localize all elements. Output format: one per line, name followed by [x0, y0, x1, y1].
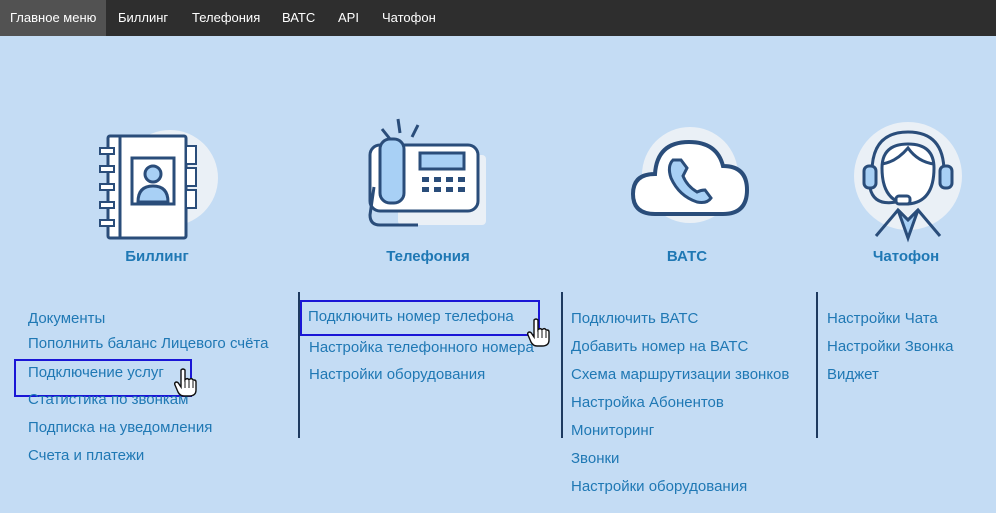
section-title-billing[interactable]: Биллинг	[57, 248, 257, 265]
cloud-phone-icon[interactable]	[625, 120, 755, 245]
link-call-routing-scheme[interactable]: Схема маршрутизации звонков	[571, 366, 789, 383]
tab-api[interactable]: API	[328, 0, 369, 36]
link-calls[interactable]: Звонки	[571, 450, 619, 467]
link-chat-settings[interactable]: Настройки Чата	[827, 310, 938, 327]
link-equipment-settings[interactable]: Настройки оборудования	[309, 366, 485, 383]
link-widget[interactable]: Виджет	[827, 366, 879, 383]
tab-main-menu[interactable]: Главное меню	[0, 0, 107, 36]
link-call-statistics[interactable]: Статистика по звонкам	[28, 391, 188, 408]
support-operator-icon[interactable]	[848, 118, 968, 248]
column-divider	[816, 292, 818, 438]
hand-cursor-icon	[526, 318, 551, 353]
top-nav-bar: Главное меню Биллинг Телефония ВАТС API …	[0, 0, 996, 36]
hand-cursor-icon	[173, 368, 198, 403]
link-notification-subscription[interactable]: Подписка на уведомления	[28, 419, 212, 436]
link-connect-vats[interactable]: Подключить ВАТС	[571, 310, 698, 327]
link-top-up-balance[interactable]: Пополнить баланс Лицевого счёта	[28, 335, 268, 352]
link-connect-phone-number[interactable]: Подключить номер телефона	[300, 300, 540, 336]
link-documents[interactable]: Документы	[28, 310, 105, 327]
tab-vats[interactable]: ВАТС	[272, 0, 325, 36]
address-book-icon[interactable]	[90, 118, 220, 248]
section-title-telephony[interactable]: Телефония	[328, 248, 528, 265]
link-add-number-to-vats[interactable]: Добавить номер на ВАТС	[571, 338, 748, 355]
link-vats-equipment-settings[interactable]: Настройки оборудования	[571, 478, 747, 495]
section-title-chatofon[interactable]: Чатофон	[806, 248, 996, 265]
tab-billing[interactable]: Биллинг	[108, 0, 178, 36]
link-monitoring[interactable]: Мониторинг	[571, 422, 654, 439]
link-invoices-payments[interactable]: Счета и платежи	[28, 447, 144, 464]
column-divider	[298, 292, 300, 438]
section-title-vats[interactable]: ВАТС	[587, 248, 787, 265]
desk-phone-icon[interactable]	[358, 115, 493, 245]
tab-chatofon[interactable]: Чатофон	[372, 0, 446, 36]
link-call-settings[interactable]: Настройки Звонка	[827, 338, 953, 355]
link-subscriber-settings[interactable]: Настройка Абонентов	[571, 394, 724, 411]
link-phone-number-settings[interactable]: Настройка телефонного номера	[309, 339, 534, 356]
column-divider	[561, 292, 563, 438]
link-service-connection[interactable]: Подключение услуг	[14, 359, 192, 397]
tab-telephony[interactable]: Телефония	[182, 0, 270, 36]
